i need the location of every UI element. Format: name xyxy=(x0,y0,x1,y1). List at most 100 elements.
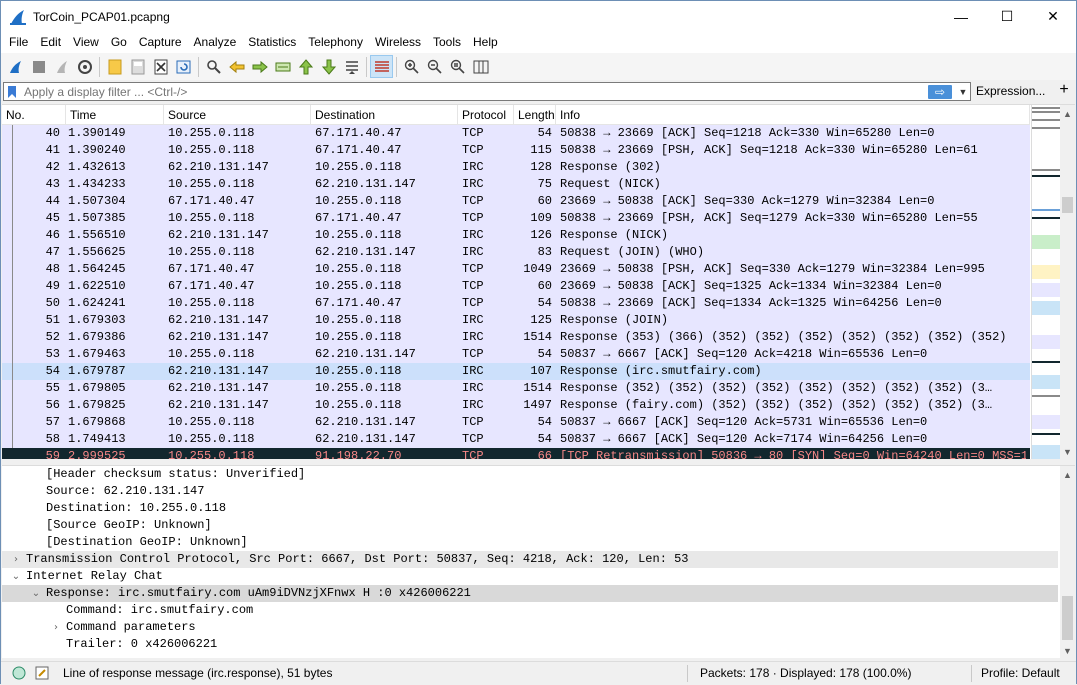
menu-capture[interactable]: Capture xyxy=(133,32,188,53)
minimize-button[interactable]: — xyxy=(938,1,984,32)
expression-button[interactable]: Expression... xyxy=(976,84,1045,98)
scroll-down-icon[interactable]: ▼ xyxy=(1060,642,1075,658)
column-header-source[interactable]: Source xyxy=(164,105,311,125)
packet-row[interactable]: 41 1.390240 10.255.0.118 67.171.40.47 TCP 115… xyxy=(2,142,1030,159)
packet-row[interactable]: 52 1.679386 62.210.131.147 10.255.0.118 IRC 1… xyxy=(2,329,1030,346)
save-file-icon[interactable] xyxy=(126,55,149,78)
menu-go[interactable]: Go xyxy=(105,32,133,53)
detail-tree-item[interactable]: ⌄ Internet Relay Chat xyxy=(2,568,1058,585)
packet-row[interactable]: 47 1.556625 10.255.0.118 62.210.131.147 IRC 8… xyxy=(2,244,1030,261)
capture-options-icon[interactable] xyxy=(73,55,96,78)
menu-edit[interactable]: Edit xyxy=(34,32,67,53)
detail-tree-item[interactable]: ⌄ Response: irc.smutfairy.com uAm9iDVNzjX… xyxy=(2,585,1058,602)
packet-row[interactable]: 56 1.679825 62.210.131.147 10.255.0.118 IRC 1… xyxy=(2,397,1030,414)
packet-row[interactable]: 51 1.679303 62.210.131.147 10.255.0.118 IRC 1… xyxy=(2,312,1030,329)
zoom-normal-icon[interactable] xyxy=(446,55,469,78)
details-scrollbar[interactable]: ▲ ▼ xyxy=(1060,466,1075,658)
packet-row[interactable]: 42 1.432613 62.210.131.147 10.255.0.118 IRC 1… xyxy=(2,159,1030,176)
detail-tree-item[interactable]: Source: 62.210.131.147 xyxy=(2,483,1058,500)
resize-columns-icon[interactable] xyxy=(469,55,492,78)
packet-dst: 62.210.131.147 xyxy=(315,347,416,361)
restart-capture-icon[interactable] xyxy=(50,55,73,78)
menu-file[interactable]: File xyxy=(3,32,34,53)
display-filter-input[interactable] xyxy=(20,84,928,99)
packet-row[interactable]: 40 1.390149 10.255.0.118 67.171.40.47 TCP 54 5… xyxy=(2,125,1030,142)
open-file-icon[interactable] xyxy=(103,55,126,78)
packet-row[interactable]: 58 1.749413 10.255.0.118 62.210.131.147 TCP 5… xyxy=(2,431,1030,448)
start-capture-icon[interactable] xyxy=(4,55,27,78)
detail-tree-item[interactable]: Trailer: 0 x426006221 xyxy=(2,636,1058,653)
go-last-packet-icon[interactable] xyxy=(317,55,340,78)
filter-history-chevron-down-icon[interactable]: ▼ xyxy=(956,87,970,97)
scroll-thumb[interactable] xyxy=(1062,197,1073,213)
minimap-stripe xyxy=(1032,209,1060,211)
packet-row-selected[interactable]: 54 1.679787 62.210.131.147 10.255.0.118 IRC 1… xyxy=(2,363,1030,380)
packet-len: 54 xyxy=(537,432,552,446)
collapse-chevron-icon[interactable]: ⌄ xyxy=(10,568,22,585)
bookmark-icon[interactable] xyxy=(4,83,20,100)
detail-tree-item[interactable]: › Command parameters xyxy=(2,619,1058,636)
go-to-packet-icon[interactable] xyxy=(271,55,294,78)
packet-row[interactable]: 45 1.507385 10.255.0.118 67.171.40.47 TCP 109… xyxy=(2,210,1030,227)
scroll-up-icon[interactable]: ▲ xyxy=(1060,105,1075,122)
packet-row[interactable]: 44 1.507304 67.171.40.47 10.255.0.118 TCP 60 2… xyxy=(2,193,1030,210)
menu-view[interactable]: View xyxy=(67,32,105,53)
edit-comment-icon[interactable] xyxy=(34,665,50,681)
menu-tools[interactable]: Tools xyxy=(427,32,467,53)
apply-filter-arrow-icon[interactable]: ⇨ xyxy=(928,84,952,99)
collapse-chevron-icon[interactable]: ⌄ xyxy=(30,585,42,602)
scroll-up-icon[interactable]: ▲ xyxy=(1060,466,1075,483)
go-first-packet-icon[interactable] xyxy=(294,55,317,78)
column-header-protocol[interactable]: Protocol xyxy=(458,105,514,125)
add-filter-button[interactable]: + xyxy=(1055,81,1073,99)
zoom-out-icon[interactable] xyxy=(423,55,446,78)
detail-tree-item[interactable]: Command: irc.smutfairy.com xyxy=(2,602,1058,619)
find-packet-icon[interactable] xyxy=(202,55,225,78)
colorize-packets-icon[interactable] xyxy=(370,55,393,78)
packet-row[interactable]: 49 1.622510 67.171.40.47 10.255.0.118 TCP 60 2… xyxy=(2,278,1030,295)
stop-capture-icon[interactable] xyxy=(27,55,50,78)
detail-tree-item[interactable]: [Source GeoIP: Unknown] xyxy=(2,517,1058,534)
column-header-no[interactable]: No. xyxy=(2,105,66,125)
expand-chevron-icon[interactable]: › xyxy=(50,619,62,636)
menu-wireless[interactable]: Wireless xyxy=(369,32,427,53)
maximize-button[interactable]: ☐ xyxy=(984,1,1030,32)
packet-info: 23669 → 50838 [PSH, ACK] Seq=330 Ack=127… xyxy=(560,262,985,276)
packet-row[interactable]: 53 1.679463 10.255.0.118 62.210.131.147 TCP 5… xyxy=(2,346,1030,363)
close-button[interactable]: ✕ xyxy=(1030,1,1076,32)
go-back-icon[interactable] xyxy=(225,55,248,78)
reload-file-icon[interactable] xyxy=(172,55,195,78)
scroll-down-icon[interactable]: ▼ xyxy=(1060,443,1075,459)
menu-help[interactable]: Help xyxy=(467,32,504,53)
packet-row[interactable]: 50 1.624241 10.255.0.118 67.171.40.47 TCP 54 5… xyxy=(2,295,1030,312)
column-header-length[interactable]: Length xyxy=(514,105,556,125)
packet-row[interactable]: 57 1.679868 10.255.0.118 62.210.131.147 TCP 5… xyxy=(2,414,1030,431)
detail-tree-item[interactable]: Destination: 10.255.0.118 xyxy=(2,500,1058,517)
packet-time: 1.434233 xyxy=(68,177,126,191)
packet-row[interactable]: 43 1.434233 10.255.0.118 62.210.131.147 IRC 7… xyxy=(2,176,1030,193)
profile-indicator[interactable]: Profile: Default xyxy=(981,662,1060,685)
packet-row[interactable]: 59 2.999525 10.255.0.118 91.198.22.70 TCP 66 [… xyxy=(2,448,1030,459)
packet-row[interactable]: 46 1.556510 62.210.131.147 10.255.0.118 IRC 1… xyxy=(2,227,1030,244)
packet-list-scrollbar[interactable]: ▲ ▼ xyxy=(1060,105,1075,459)
scroll-thumb[interactable] xyxy=(1062,596,1073,640)
zoom-in-icon[interactable] xyxy=(400,55,423,78)
column-header-destination[interactable]: Destination xyxy=(311,105,458,125)
menu-statistics[interactable]: Statistics xyxy=(242,32,302,53)
packet-row[interactable]: 48 1.564245 67.171.40.47 10.255.0.118 TCP 104… xyxy=(2,261,1030,278)
packet-dst: 62.210.131.147 xyxy=(315,245,416,259)
menu-telephony[interactable]: Telephony xyxy=(302,32,369,53)
expand-chevron-icon[interactable]: › xyxy=(10,551,22,568)
packet-minimap[interactable] xyxy=(1031,105,1060,459)
detail-tree-item[interactable]: [Destination GeoIP: Unknown] xyxy=(2,534,1058,551)
detail-tree-item[interactable]: › Transmission Control Protocol, Src Port… xyxy=(2,551,1058,568)
column-header-time[interactable]: Time xyxy=(66,105,164,125)
auto-scroll-icon[interactable] xyxy=(340,55,363,78)
column-header-info[interactable]: Info xyxy=(556,105,1030,125)
go-forward-icon[interactable] xyxy=(248,55,271,78)
packet-row[interactable]: 55 1.679805 62.210.131.147 10.255.0.118 IRC 1… xyxy=(2,380,1030,397)
expert-info-icon[interactable] xyxy=(11,665,27,681)
close-file-icon[interactable] xyxy=(149,55,172,78)
detail-tree-item[interactable]: [Header checksum status: Unverified] xyxy=(2,466,1058,483)
menu-analyze[interactable]: Analyze xyxy=(188,32,243,53)
